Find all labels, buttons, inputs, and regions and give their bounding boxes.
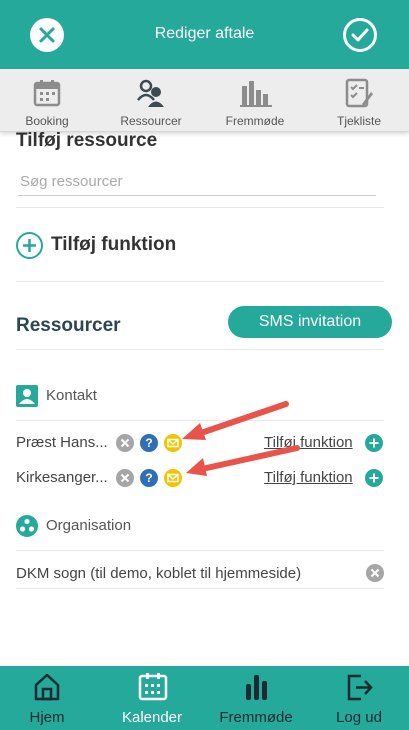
add-resource-heading: Tilføj ressource [16, 132, 158, 151]
sms-invitation-button[interactable]: SMS invitation [228, 306, 392, 338]
tab-booking[interactable]: Booking [0, 69, 97, 132]
divider [16, 207, 384, 208]
resources-title: Ressourcer [16, 315, 121, 336]
organisation-icon [16, 515, 38, 537]
tab-label: Ressourcer [120, 114, 182, 128]
plus-circle-icon [16, 232, 43, 259]
checklist-icon [345, 78, 373, 108]
remove-icon[interactable] [366, 564, 384, 582]
bottom-nav: Hjem Kalender Fremmøde Log ud [0, 666, 409, 730]
people-icon [137, 79, 164, 107]
resource-name: Kirkesanger... [16, 469, 108, 486]
question-icon[interactable]: ? [140, 469, 158, 487]
list-item: Kirkesanger... ? Tilføj funktion [16, 466, 384, 490]
check-icon [351, 28, 369, 42]
tab-fremmode[interactable]: Fremmøde [205, 69, 305, 132]
divider [16, 550, 384, 551]
organisation-group-label: Organisation [46, 517, 132, 534]
organisation-name: DKM sogn (til demo, koblet til hjemmesid… [16, 565, 302, 582]
remove-icon[interactable] [116, 469, 134, 487]
divider [16, 281, 384, 282]
plus-icon[interactable] [365, 469, 383, 487]
divider [16, 349, 384, 350]
top-bar: Rediger aftale [0, 0, 409, 69]
calendar-icon [33, 80, 61, 107]
calendar-icon [138, 673, 168, 701]
mail-icon[interactable] [164, 469, 182, 487]
confirm-button[interactable] [343, 18, 377, 52]
resource-name: Præst Hans... [16, 434, 108, 451]
nav-label: Fremmøde [219, 709, 293, 726]
question-icon[interactable]: ? [140, 434, 158, 452]
nav-label: Log ud [336, 709, 382, 726]
divider [16, 420, 384, 421]
divider [16, 588, 384, 589]
main-content: Tilføj ressource Søg ressourcer Tilføj f… [0, 132, 409, 666]
nav-label: Hjem [29, 709, 65, 726]
bar-chart-icon [240, 81, 272, 107]
contact-group-label: Kontakt [46, 387, 97, 404]
logout-icon [347, 674, 373, 701]
nav-hjem[interactable]: Hjem [0, 666, 98, 730]
add-function-link[interactable]: Tilføj funktion [264, 469, 353, 486]
list-item: Præst Hans... ? Tilføj funktion [16, 431, 384, 455]
add-function-label: Tilføj funktion [51, 234, 177, 255]
tab-label: Tjekliste [336, 114, 381, 128]
tab-bar: Booking Ressourcer Fremmøde Tjekliste [0, 69, 409, 132]
nav-label: Kalender [121, 709, 183, 726]
home-icon [34, 673, 60, 701]
mail-icon[interactable] [164, 434, 182, 452]
nav-fremmode[interactable]: Fremmøde [205, 666, 307, 730]
remove-icon[interactable] [116, 434, 134, 452]
tab-tjekliste[interactable]: Tjekliste [309, 69, 409, 132]
contact-icon [16, 385, 38, 407]
nav-kalender[interactable]: Kalender [101, 666, 203, 730]
search-input[interactable]: Søg ressourcer [18, 170, 376, 196]
tab-label: Fremmøde [225, 114, 285, 128]
tab-ressourcer[interactable]: Ressourcer [101, 69, 201, 132]
plus-icon[interactable] [365, 434, 383, 452]
nav-log-ud[interactable]: Log ud [308, 666, 409, 730]
add-function-link[interactable]: Tilføj funktion [264, 434, 353, 451]
tab-label: Booking [25, 114, 69, 128]
bar-chart-icon [246, 675, 267, 700]
